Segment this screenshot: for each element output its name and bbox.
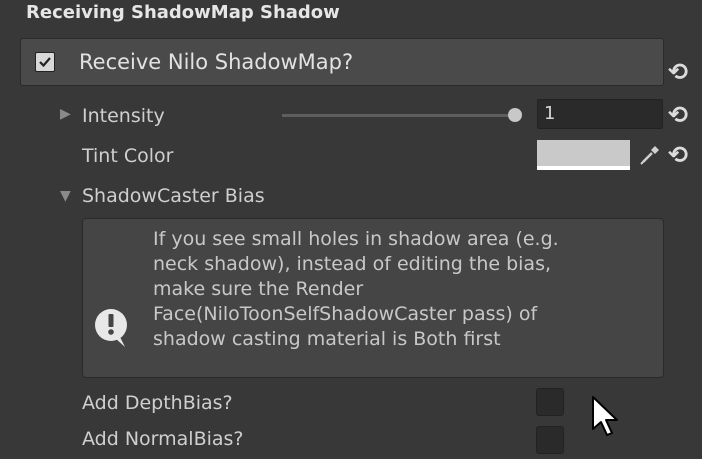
help-line: make sure the Render bbox=[153, 278, 364, 300]
checkmark-icon bbox=[39, 57, 51, 68]
tint-color-label: Tint Color bbox=[82, 145, 174, 167]
warning-icon bbox=[95, 309, 127, 347]
section-header: Receiving ShadowMap Shadow bbox=[0, 0, 702, 30]
add-normalbias-label: Add NormalBias? bbox=[82, 428, 244, 450]
tint-color-swatch[interactable] bbox=[537, 140, 630, 170]
add-depthbias-label: Add DepthBias? bbox=[82, 392, 233, 414]
help-line: If you see small holes in shadow area (e… bbox=[153, 228, 559, 250]
receive-shadowmap-toggle-row[interactable]: Receive Nilo ShadowMap? bbox=[20, 38, 664, 86]
revert-icon[interactable]: ⟲ bbox=[668, 103, 688, 127]
section-title: Receiving ShadowMap Shadow bbox=[26, 2, 340, 23]
intensity-slider-thumb[interactable] bbox=[508, 108, 522, 122]
eyedropper-icon[interactable] bbox=[634, 140, 664, 170]
help-line: Face(NiloToonSelfShadowCaster pass) of bbox=[153, 303, 538, 325]
receive-shadowmap-label: Receive Nilo ShadowMap? bbox=[79, 50, 354, 74]
add-depthbias-checkbox[interactable] bbox=[536, 388, 564, 416]
intensity-label: Intensity bbox=[82, 105, 165, 127]
revert-icon[interactable]: ⟲ bbox=[668, 60, 688, 84]
mouse-cursor-icon bbox=[590, 395, 624, 443]
revert-icon[interactable]: ⟲ bbox=[668, 143, 688, 167]
receive-shadowmap-checkbox[interactable] bbox=[35, 52, 55, 72]
help-line: shadow casting material is Both first bbox=[153, 328, 501, 350]
shadowcaster-bias-label: ShadowCaster Bias bbox=[82, 185, 265, 207]
red-annotation-fragment bbox=[420, 0, 670, 4]
help-text: If you see small holes in shadow area (e… bbox=[153, 227, 653, 352]
intensity-value-field[interactable]: 1 bbox=[537, 99, 663, 129]
add-normalbias-checkbox[interactable] bbox=[536, 426, 564, 454]
expanded-arrow-icon[interactable]: ▼ bbox=[60, 188, 71, 204]
collapsed-arrow-icon[interactable]: ▶ bbox=[60, 106, 71, 122]
help-line: neck shadow), instead of editing the bia… bbox=[153, 253, 552, 275]
intensity-slider-track[interactable] bbox=[282, 114, 514, 117]
help-box: If you see small holes in shadow area (e… bbox=[82, 218, 664, 378]
